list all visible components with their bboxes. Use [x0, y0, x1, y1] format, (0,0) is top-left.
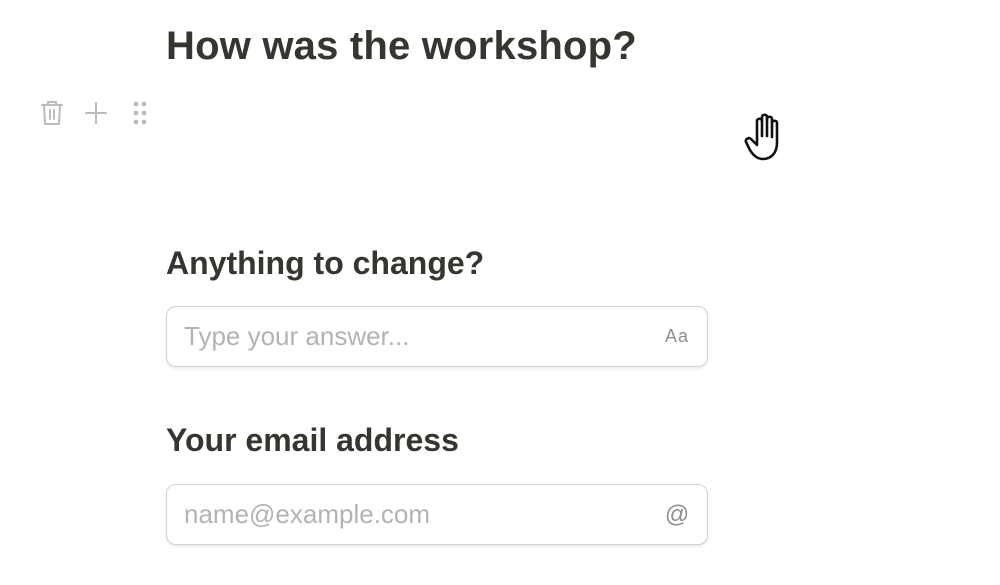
block-toolbar: [30, 97, 162, 129]
form-editor-page: How was the workshop? Anything to change…: [0, 0, 1000, 585]
hand-pointer-cursor-icon: [743, 109, 791, 170]
text-type-icon: Aa: [664, 326, 690, 346]
question-label[interactable]: Your email address: [166, 420, 459, 460]
drag-handle-button[interactable]: [118, 97, 162, 129]
drag-handle-icon: [133, 100, 147, 126]
email-input[interactable]: [167, 485, 647, 544]
form-title[interactable]: How was the workshop?: [166, 20, 637, 72]
answer-text-input[interactable]: [167, 307, 647, 366]
trash-icon: [40, 99, 64, 127]
email-field[interactable]: @: [166, 484, 708, 545]
plus-icon: [84, 101, 108, 125]
question-label[interactable]: Anything to change?: [166, 243, 484, 283]
add-block-button[interactable]: [74, 97, 118, 129]
answer-text-field[interactable]: Aa: [166, 306, 708, 367]
delete-block-button[interactable]: [30, 97, 74, 129]
at-sign-icon: @: [664, 500, 690, 528]
